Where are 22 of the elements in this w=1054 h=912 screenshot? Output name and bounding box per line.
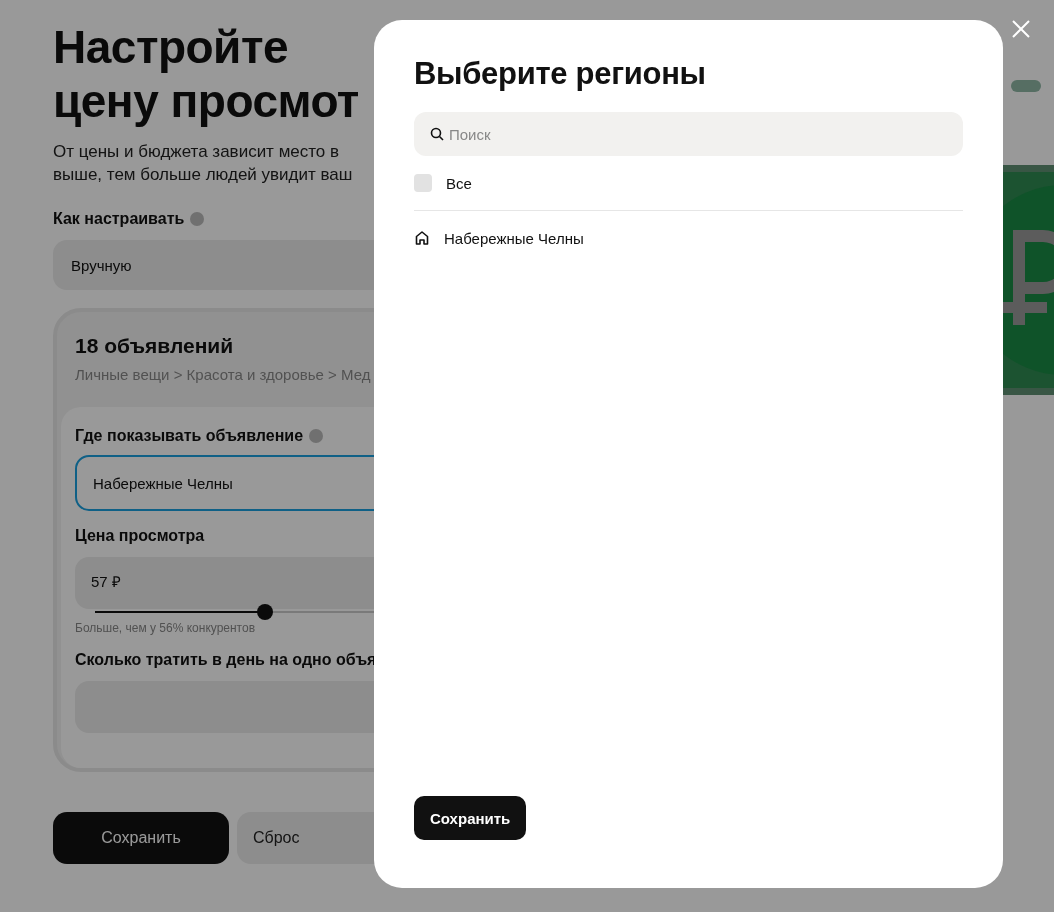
page-title: цену просмот	[53, 74, 360, 128]
save-button[interactable]: Сохранить	[53, 812, 229, 864]
search-field[interactable]: Поиск	[414, 112, 963, 156]
description: От цены и бюджета зависит место в выше, тем больше людей увидит ваш	[53, 141, 354, 186]
price-hint: Больше, чем у 56% конкурентов	[75, 621, 257, 635]
field-label: Как настраивать	[53, 210, 185, 228]
help-icon[interactable]	[190, 212, 205, 226]
dialog-title: Выберите регионы	[414, 56, 707, 92]
help-icon[interactable]	[309, 429, 324, 443]
page-title: Настройте	[53, 20, 289, 74]
save-button[interactable]: Сохранить	[414, 796, 527, 840]
search-icon	[430, 127, 444, 141]
field-label: Где показывать объявление	[75, 427, 304, 445]
house-icon	[414, 230, 430, 246]
slider-thumb[interactable]	[257, 604, 274, 620]
breadcrumb: Личные вещи > Красота и здоровье > Мед	[75, 366, 372, 383]
field-label: Цена просмотра	[75, 527, 205, 545]
close-icon[interactable]	[1012, 20, 1030, 38]
price-value: 57 ₽	[91, 573, 121, 590]
checkbox[interactable]	[414, 174, 432, 192]
card-title: 18 объявлений	[75, 334, 235, 358]
checkbox-label: Все	[446, 174, 472, 192]
